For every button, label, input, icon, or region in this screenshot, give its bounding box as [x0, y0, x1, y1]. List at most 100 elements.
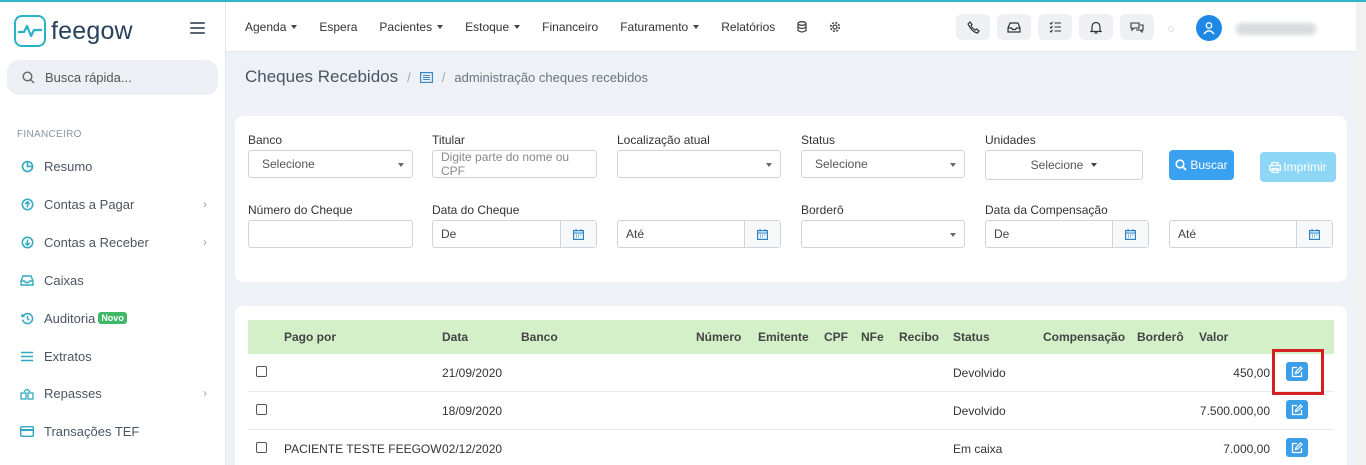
status-select[interactable]: Selecione [801, 150, 965, 178]
col-data[interactable]: Data [442, 330, 468, 344]
breadcrumb-current: administração cheques recebidos [454, 69, 649, 85]
chevron-right-icon: › [203, 235, 207, 249]
bell-icon[interactable] [1079, 14, 1113, 40]
breadcrumb-separator: / [441, 69, 446, 85]
toolbar-icons [956, 14, 1161, 40]
banco-select[interactable]: Selecione [248, 150, 413, 178]
menu-faturamento[interactable]: Faturamento [620, 20, 700, 34]
main-menu: Agenda Espera Pacientes Estoque Financei… [245, 2, 863, 52]
gear-icon[interactable] [829, 21, 841, 33]
caret-down-icon [514, 25, 521, 29]
col-pago-por[interactable]: Pago por [284, 330, 336, 344]
calendar-icon[interactable] [1296, 221, 1332, 247]
search-icon [1175, 159, 1187, 171]
phone-icon[interactable] [956, 14, 990, 40]
menu-financeiro[interactable]: Financeiro [542, 20, 598, 34]
col-status[interactable]: Status [953, 330, 990, 344]
sidebar-item-label: Resumo [44, 158, 93, 174]
data-comp-de-input[interactable]: De [985, 220, 1149, 248]
sidebar-item-transacoes-tef[interactable]: Transações TEF [20, 421, 215, 441]
data-comp-ate-input[interactable]: Até [1169, 220, 1333, 248]
filter-card [235, 116, 1347, 282]
edit-button[interactable] [1286, 400, 1308, 419]
sidebar-item-resumo[interactable]: Resumo [20, 156, 215, 176]
cell-data: 18/09/2020 [442, 404, 503, 418]
inbox-icon [20, 273, 34, 287]
page-title: Cheques Recebidos [245, 67, 399, 86]
quick-search[interactable]: Busca rápida... [7, 60, 218, 95]
sidebar-section-title: FINANCEIRO [17, 129, 82, 140]
checklist-icon[interactable] [1038, 14, 1072, 40]
col-numero[interactable]: Número [696, 330, 741, 344]
calendar-icon[interactable] [1112, 221, 1148, 247]
user-avatar-icon[interactable] [1196, 15, 1222, 41]
col-banco[interactable]: Banco [521, 330, 558, 344]
col-cpf[interactable]: CPF [824, 330, 848, 344]
cell-status: Em caixa [953, 442, 1003, 456]
data-cheque-de-input[interactable]: De [432, 220, 597, 248]
calendar-icon[interactable] [560, 221, 596, 247]
menu-relatorios[interactable]: Relatórios [721, 20, 775, 34]
caret-down-icon [291, 25, 298, 29]
menu-pacientes[interactable]: Pacientes [379, 20, 444, 34]
database-icon[interactable] [797, 21, 807, 33]
data-cheque-label: Data do Cheque [432, 203, 520, 217]
calendar-icon[interactable] [744, 221, 780, 247]
sidebar-item-label: Transações TEF [44, 423, 140, 439]
col-compensacao[interactable]: Compensação [1043, 330, 1125, 344]
edit-icon [1291, 441, 1303, 453]
localizacao-label: Localização atual [617, 133, 710, 147]
chat-icon[interactable] [1120, 14, 1154, 40]
sidebar-item-label: Caixas [44, 272, 84, 288]
sidebar-item-repasses[interactable]: Repasses › [20, 383, 215, 403]
top-navbar: Agenda Espera Pacientes Estoque Financei… [226, 2, 1356, 52]
sidebar: feegow Busca rápida... FINANCEIRO Resumo… [0, 2, 226, 465]
col-emitente[interactable]: Emitente [758, 330, 809, 344]
caret-down-icon [693, 25, 700, 29]
caret-down-icon [950, 163, 956, 167]
chevron-right-icon: › [203, 386, 207, 400]
col-bordero[interactable]: Borderô [1137, 330, 1184, 344]
sidebar-item-contas-pagar[interactable]: Contas a Pagar › [20, 194, 215, 214]
list-icon [20, 349, 34, 363]
numero-input[interactable] [248, 220, 413, 248]
hamburger-icon[interactable] [190, 22, 205, 37]
caret-down-icon [437, 25, 444, 29]
titular-input[interactable]: Digite parte do nome ou CPF [432, 150, 597, 178]
arrow-down-circle-icon [20, 235, 34, 249]
brand-logo[interactable]: feegow [14, 15, 133, 47]
col-recibo[interactable]: Recibo [899, 330, 939, 344]
unidades-select[interactable]: Selecione [985, 150, 1143, 180]
sidebar-item-contas-receber[interactable]: Contas a Receber › [20, 232, 215, 252]
status-dot-icon [1168, 26, 1174, 32]
row-checkbox[interactable] [256, 366, 267, 377]
quick-search-label: Busca rápida... [45, 70, 132, 85]
cell-valor: 7.500.000,00 [1199, 404, 1270, 418]
bordero-label: Borderô [801, 203, 844, 217]
col-nfe[interactable]: NFe [861, 330, 884, 344]
menu-estoque[interactable]: Estoque [465, 20, 521, 34]
buscar-button[interactable]: Buscar [1169, 150, 1234, 180]
page-scrollbar[interactable] [1356, 2, 1366, 465]
pie-chart-icon [20, 159, 34, 173]
localizacao-select[interactable] [617, 150, 781, 178]
user-name-blurred [1236, 23, 1316, 35]
menu-agenda[interactable]: Agenda [245, 20, 298, 34]
sidebar-item-label: Extratos [44, 348, 92, 364]
sidebar-item-extratos[interactable]: Extratos [20, 346, 215, 366]
edit-icon [1291, 403, 1303, 415]
sidebar-item-caixas[interactable]: Caixas [20, 270, 215, 290]
caret-down-icon [398, 163, 404, 167]
card-icon [20, 424, 34, 438]
row-checkbox[interactable] [256, 404, 267, 415]
data-cheque-ate-input[interactable]: Até [617, 220, 781, 248]
row-checkbox[interactable] [256, 442, 267, 453]
edit-button[interactable] [1286, 438, 1308, 457]
imprimir-button[interactable]: Imprimir [1260, 152, 1336, 182]
table-row: 18/09/2020 Devolvido 7.500.000,00 [248, 392, 1334, 430]
sidebar-item-auditoria[interactable]: Auditoria Novo [20, 308, 215, 328]
menu-espera[interactable]: Espera [319, 20, 357, 34]
bordero-select[interactable] [801, 220, 965, 248]
col-valor[interactable]: Valor [1199, 330, 1228, 344]
inbox-icon[interactable] [997, 14, 1031, 40]
